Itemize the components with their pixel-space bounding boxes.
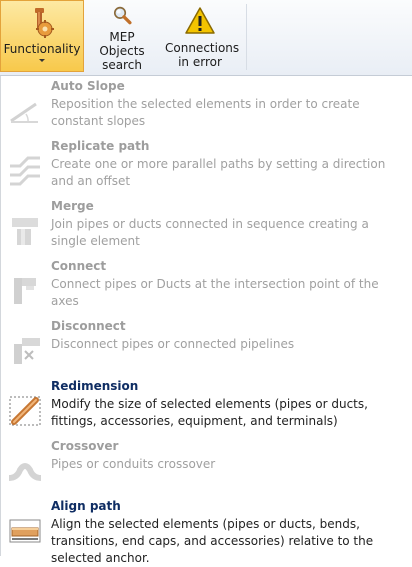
- ribbon-divider: [246, 4, 247, 70]
- mep-objects-search-label: MEP Objects search: [99, 30, 145, 72]
- menu-item-title: Align path: [51, 499, 121, 513]
- functionality-button[interactable]: Functionality: [0, 0, 84, 72]
- wrench-gear-icon: [35, 8, 54, 38]
- menu-item-title: Disconnect: [51, 319, 126, 333]
- redimension-icon: [9, 396, 41, 426]
- menu-item-redimension[interactable]: Redimension Modify the size of selected …: [1, 376, 412, 436]
- menu-item-description: Join pipes or ducts connected in sequenc…: [51, 217, 369, 248]
- functionality-menu: Auto Slope Reposition the selected eleme…: [0, 76, 412, 565]
- menu-item-disconnect[interactable]: Disconnect Disconnect pipes or connected…: [1, 316, 412, 376]
- magnifier-icon: [113, 6, 132, 25]
- connect-icon: [14, 278, 36, 304]
- menu-item-description: Connect pipes or Ducts at the intersecti…: [51, 277, 379, 308]
- merge-icon: [12, 218, 38, 245]
- menu-item-description: Pipes or conduits crossover: [51, 457, 216, 471]
- menu-item-title: Connect: [51, 259, 107, 273]
- menu-item-description: Modify the size of selected elements (pi…: [51, 397, 368, 428]
- chevron-down-icon[interactable]: [39, 59, 45, 62]
- warning-icon: [185, 7, 215, 34]
- menu-item-crossover[interactable]: Crossover Pipes or conduits crossover: [1, 436, 412, 496]
- connections-in-error-button[interactable]: Connections in error: [160, 0, 240, 72]
- menu-item-title: Redimension: [51, 379, 139, 393]
- menu-item-description: Disconnect pipes or connected pipelines: [51, 337, 295, 351]
- menu-item-auto-slope[interactable]: Auto Slope Reposition the selected eleme…: [1, 76, 412, 136]
- menu-item-merge[interactable]: Merge Join pipes or ducts connected in s…: [1, 196, 412, 256]
- menu-item-description: Align the selected elements (pipes or du…: [51, 517, 374, 565]
- functionality-label: Functionality: [3, 42, 81, 56]
- disconnect-icon: [14, 338, 40, 364]
- menu-item-replicate-path[interactable]: Replicate path Create one or more parall…: [1, 136, 412, 196]
- menu-item-title: Crossover: [51, 439, 119, 453]
- menu-item-title: Merge: [51, 199, 94, 213]
- menu-item-description: Create one or more parallel paths by set…: [51, 157, 386, 188]
- menu-item-title: Auto Slope: [51, 79, 125, 93]
- crossover-icon: [8, 463, 42, 481]
- align-path-icon: [9, 519, 41, 543]
- menu-item-align-path[interactable]: Align path Align the selected elements (…: [1, 496, 412, 565]
- replicate-path-icon: [10, 156, 40, 186]
- slope-icon: [10, 102, 38, 123]
- mep-objects-search-button[interactable]: MEP Objects search: [84, 0, 160, 72]
- menu-item-title: Replicate path: [51, 139, 150, 153]
- ribbon-toolbar: Functionality MEP Objects search Connect…: [0, 0, 412, 76]
- menu-item-description: Reposition the selected elements in orde…: [51, 97, 360, 128]
- connections-in-error-label: Connections in error: [165, 41, 240, 69]
- menu-item-connect[interactable]: Connect Connect pipes or Ducts at the in…: [1, 256, 412, 316]
